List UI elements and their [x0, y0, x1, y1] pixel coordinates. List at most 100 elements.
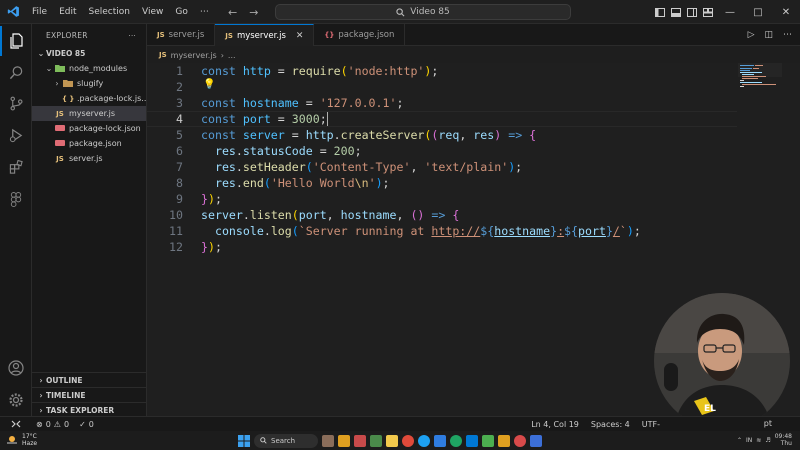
figma-icon[interactable]	[0, 184, 32, 214]
split-editor-icon[interactable]: ◫	[764, 30, 773, 40]
settings-gear-icon[interactable]	[0, 385, 32, 415]
explorer-icon[interactable]	[0, 26, 32, 56]
indentation[interactable]: Spaces: 4	[591, 420, 630, 429]
app-icon[interactable]	[482, 434, 494, 447]
tree-item-server-js[interactable]: JS server.js	[32, 151, 146, 166]
tree-item-package-json[interactable]: package.json	[32, 136, 146, 151]
timeline-section[interactable]: › TIMELINE	[32, 387, 147, 402]
code-line: 12});	[147, 239, 737, 255]
line-number: 5	[176, 128, 183, 142]
code-text: const server = http.createServer((req, r…	[201, 128, 537, 142]
toggle-secondary-sidebar-icon[interactable]	[684, 0, 700, 24]
search-icon	[260, 437, 267, 444]
tree-item-package-lock-json[interactable]: package-lock.json	[32, 121, 146, 136]
minimap[interactable]	[738, 63, 782, 103]
explorer-more-icon[interactable]: ⋯	[128, 31, 136, 40]
app-icon[interactable]	[354, 434, 366, 447]
weather-widget[interactable]: 17°C Haze	[6, 433, 37, 447]
windows-start-icon[interactable]	[238, 434, 250, 447]
menu-go[interactable]: Go	[169, 0, 193, 24]
command-center-search[interactable]: Video 85	[275, 4, 571, 20]
tab-server-js[interactable]: JS server.js	[147, 24, 216, 46]
code-text: res.setHeader('Content-Type', 'text/plai…	[214, 160, 523, 174]
outline-section[interactable]: › OUTLINE	[32, 372, 147, 387]
tree-item-myserver-js[interactable]: JS myserver.js	[32, 106, 146, 121]
code-line: 6 res.statusCode = 200;	[147, 143, 737, 159]
breadcrumb-more[interactable]: ...	[228, 51, 236, 60]
explorer-sidebar: EXPLORER ⋯ ⌄ VIDEO 85 ⌄ node_modules › s…	[32, 24, 147, 416]
encoding[interactable]: UTF-	[642, 420, 660, 429]
js-file-icon: JS	[56, 154, 64, 163]
svg-text:EL: EL	[704, 404, 716, 414]
search-icon[interactable]	[0, 57, 32, 87]
app-icon[interactable]	[370, 434, 382, 447]
skype-icon[interactable]	[418, 434, 430, 447]
close-window-button[interactable]: ✕	[772, 0, 800, 24]
extensions-icon[interactable]	[0, 152, 32, 182]
task-view-icon[interactable]	[322, 434, 334, 447]
explorer-root-folder[interactable]: ⌄ VIDEO 85	[32, 46, 146, 61]
tree-item-label: node_modules	[69, 64, 128, 73]
menu-selection[interactable]: Selection	[83, 0, 136, 24]
toggle-sidebar-icon[interactable]	[652, 0, 668, 24]
cursor-position[interactable]: Ln 4, Col 19	[531, 420, 579, 429]
tree-item-node-modules[interactable]: ⌄ node_modules	[32, 61, 146, 76]
tray-lang[interactable]: IN	[746, 437, 752, 444]
tab-label: package.json	[338, 30, 395, 40]
back-arrow-icon[interactable]: ←	[228, 6, 237, 19]
minimize-button[interactable]: —	[716, 0, 744, 24]
remote-indicator-icon[interactable]	[0, 417, 32, 432]
app-icon[interactable]	[530, 434, 542, 447]
breadcrumb-file[interactable]: myserver.js	[171, 51, 217, 60]
menu-more[interactable]: ⋯	[194, 0, 215, 24]
section-label: OUTLINE	[46, 375, 83, 385]
file-explorer-icon[interactable]	[386, 434, 398, 447]
line-number: 10	[169, 208, 183, 222]
close-icon[interactable]: ✕	[296, 31, 304, 41]
tree-item-slugify[interactable]: › slugify	[32, 76, 146, 91]
more-actions-icon[interactable]: ⋯	[783, 30, 792, 40]
tree-item-label: server.js	[69, 154, 103, 163]
tab-myserver-js[interactable]: JS myserver.js ✕	[215, 24, 315, 46]
vscode-taskbar-icon[interactable]	[466, 434, 478, 447]
run-icon[interactable]: ▷	[748, 30, 755, 40]
menu-edit[interactable]: Edit	[53, 0, 82, 24]
tab-label: myserver.js	[236, 30, 286, 41]
chrome-icon[interactable]	[402, 434, 414, 447]
toggle-panel-icon[interactable]	[668, 0, 684, 24]
menu-file[interactable]: File	[26, 0, 53, 24]
task-explorer-section[interactable]: › TASK EXPLORER	[32, 402, 147, 417]
app-icon[interactable]	[434, 434, 446, 447]
windows-taskbar: 17°C Haze Search ⌃ IN ≋ ♬ 09:48 Thu	[0, 431, 800, 450]
taskbar-search[interactable]: Search	[254, 433, 318, 448]
clock[interactable]: 09:48 Thu	[775, 433, 792, 447]
search-icon	[396, 7, 405, 16]
app-icon[interactable]	[498, 434, 510, 447]
ports-status[interactable]: ✓ 0	[79, 420, 94, 429]
webcam-overlay: EL	[654, 293, 790, 429]
tray-overflow-icon[interactable]: ⌃	[737, 437, 742, 444]
maximize-button[interactable]: □	[744, 0, 772, 24]
widgets-icon[interactable]	[338, 434, 350, 447]
account-icon[interactable]	[0, 353, 32, 383]
line-number: 6	[176, 144, 183, 158]
volume-icon[interactable]: ♬	[765, 437, 770, 444]
ports-icon: ✓	[79, 419, 86, 429]
menu-view[interactable]: View	[136, 0, 169, 24]
json-file-icon: {}	[324, 31, 335, 39]
language-mode[interactable]: pt	[764, 419, 772, 428]
code-text: });	[201, 240, 222, 254]
forward-arrow-icon[interactable]: →	[249, 6, 258, 19]
customize-layout-icon[interactable]	[700, 0, 716, 24]
run-debug-icon[interactable]	[0, 120, 32, 150]
status-right: Ln 4, Col 19 Spaces: 4 UTF-	[531, 417, 660, 432]
tree-item-package-lock-hidden[interactable]: { } .package-lock.js...	[32, 91, 146, 106]
wifi-icon[interactable]: ≋	[756, 437, 761, 444]
source-control-icon[interactable]	[0, 88, 32, 118]
weather-haze-icon	[7, 436, 17, 444]
chrome-icon[interactable]	[514, 434, 526, 447]
section-label: TASK EXPLORER	[46, 405, 115, 415]
tab-package-json[interactable]: {} package.json	[314, 24, 406, 46]
problems-status[interactable]: ⊗ 0 ⚠ 0	[36, 420, 69, 429]
edge-icon[interactable]	[450, 434, 462, 447]
